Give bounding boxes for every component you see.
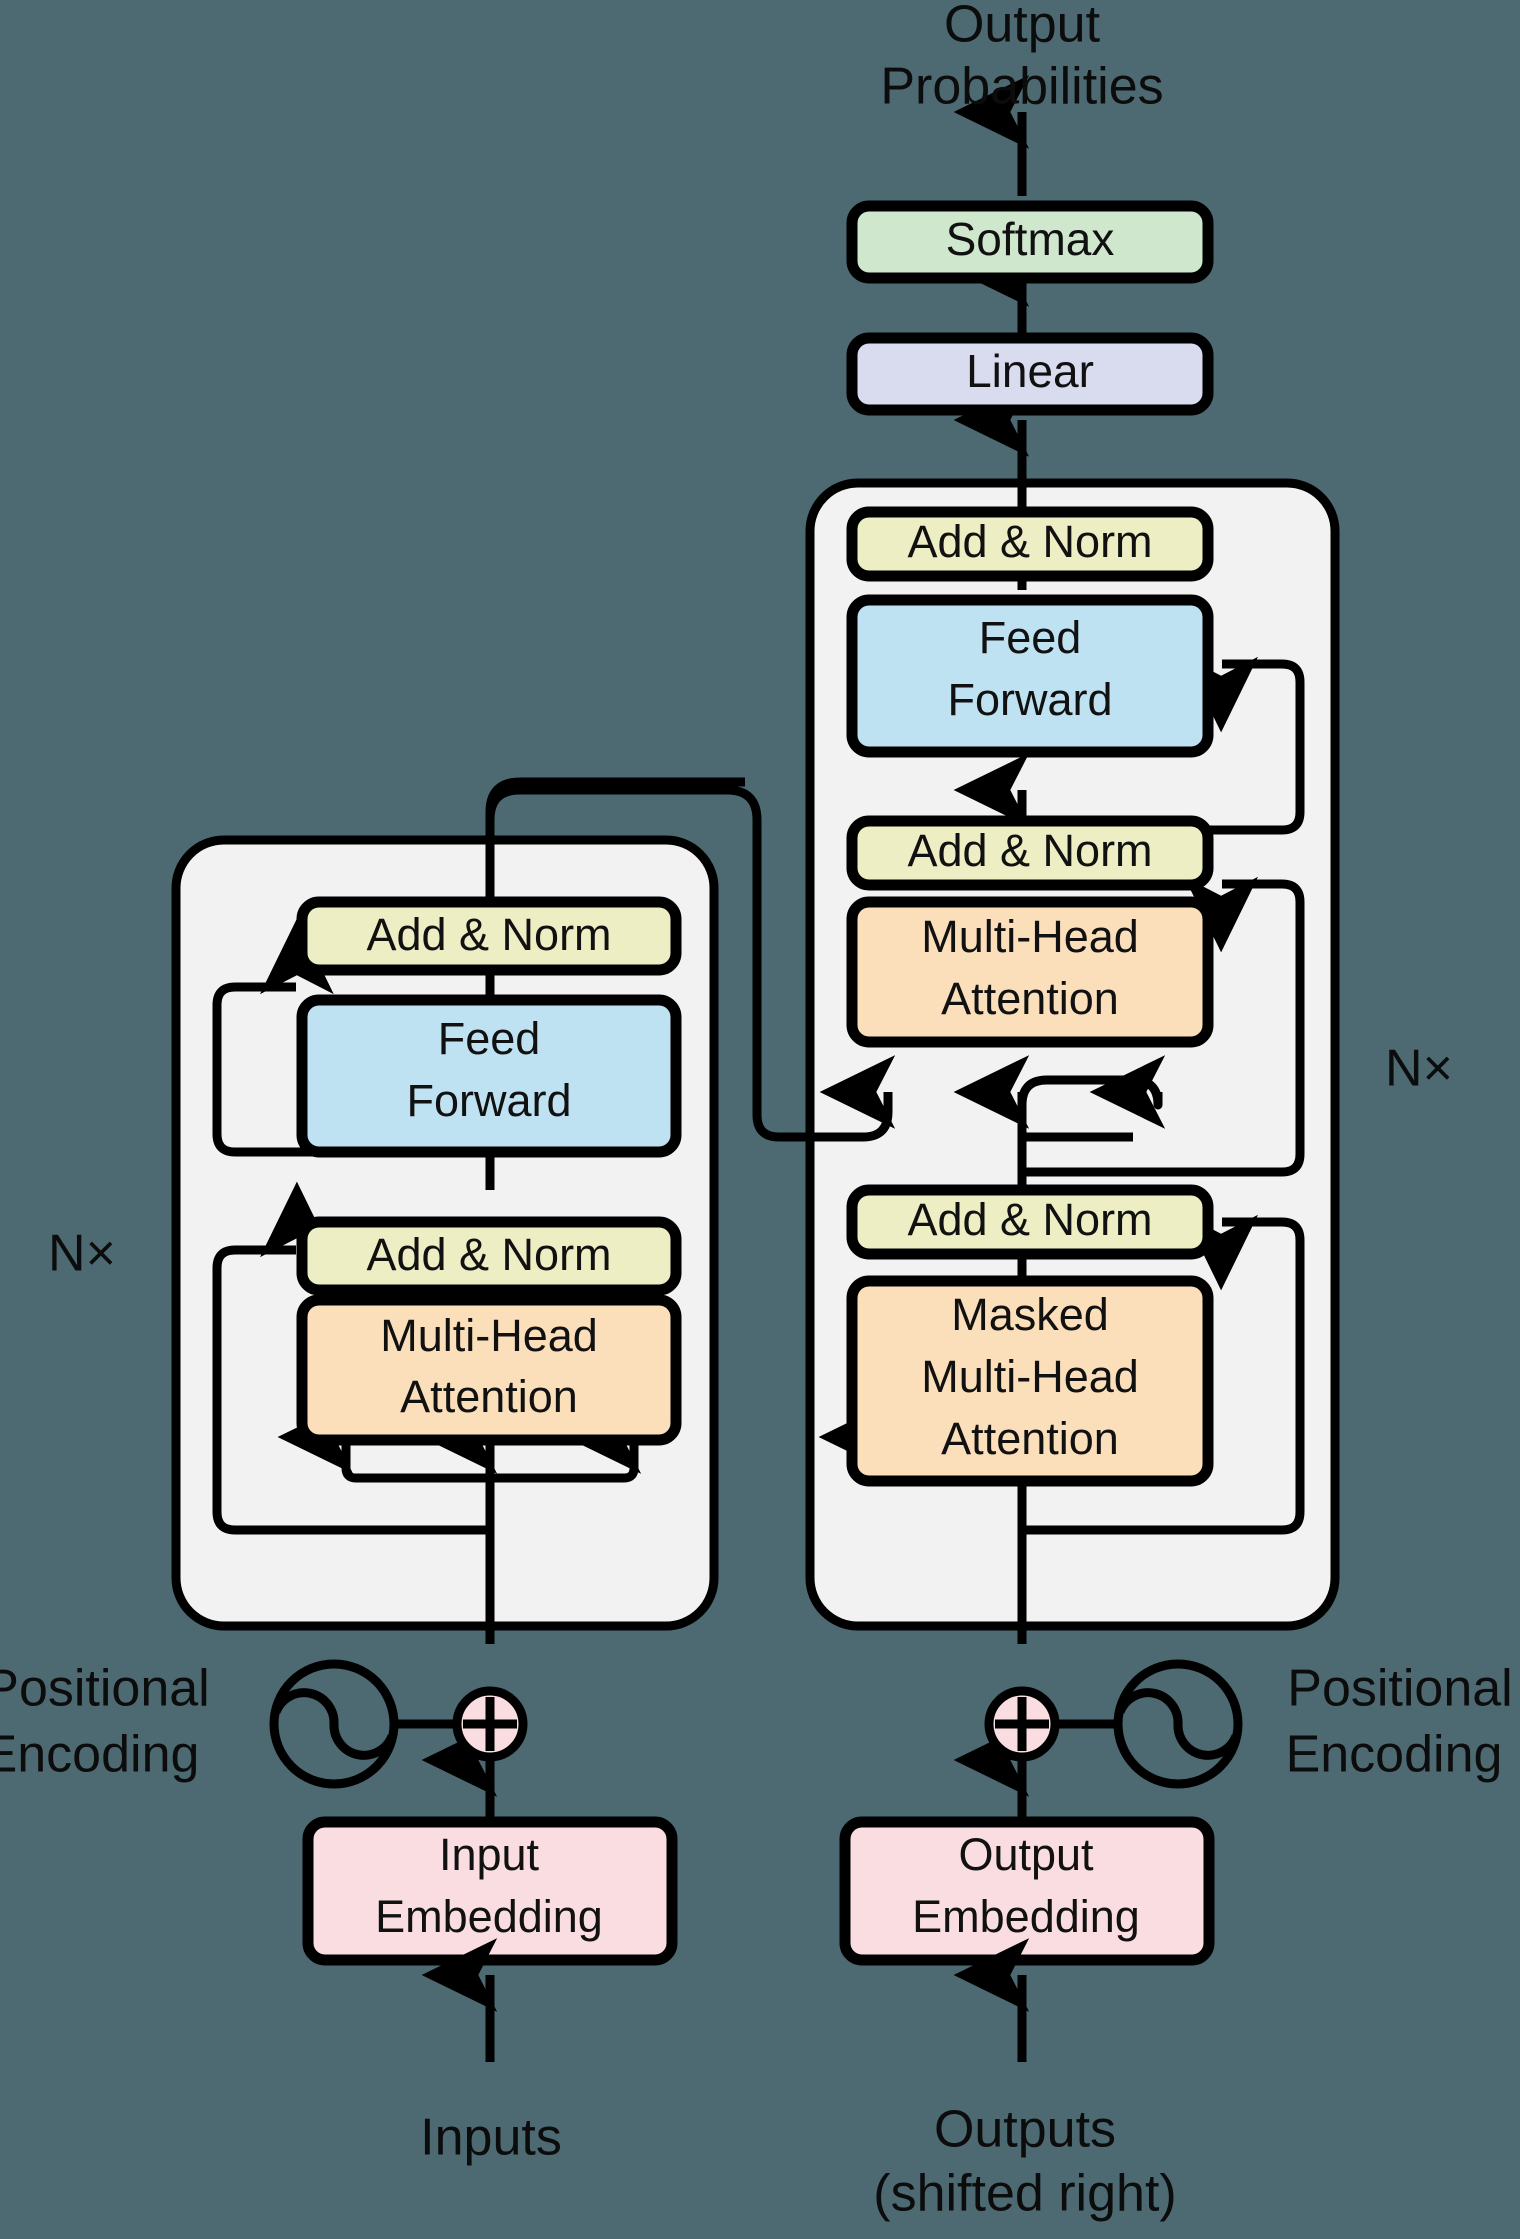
decoder-feed-forward-label-line1: Feed <box>979 612 1082 663</box>
linear-block[interactable]: Linear <box>846 332 1214 416</box>
decoder-add-norm-mid-block[interactable]: Add & Norm <box>846 815 1214 891</box>
encoder-add-norm-bottom-block[interactable]: Add & Norm <box>296 1216 682 1296</box>
input-embedding-label-line2: Embedding <box>375 1891 603 1942</box>
decoder-add-norm-mid-label: Add & Norm <box>907 825 1152 876</box>
output-embedding-label-line1: Output <box>958 1829 1094 1880</box>
positional-encoding-left-line1: Positional <box>0 1660 210 1718</box>
output-probabilities-line1: Output <box>944 0 1101 54</box>
add-operator-right[interactable] <box>984 1686 1060 1762</box>
decoder-add-norm-bottom-block[interactable]: Add & Norm <box>846 1184 1214 1260</box>
output-embedding-block[interactable]: Output Embedding <box>839 1816 1215 1966</box>
output-embedding-label-line2: Embedding <box>912 1891 1140 1942</box>
outputs-label-line2: (shifted right) <box>873 2165 1176 2223</box>
decoder-add-norm-top-label: Add & Norm <box>907 516 1152 567</box>
decoder-feed-forward-block[interactable]: Feed Forward <box>846 594 1214 758</box>
decoder-repeat-label: N× <box>1385 1040 1453 1098</box>
decoder-masked-mha-label-line3: Attention <box>941 1413 1119 1464</box>
encoder-feed-forward-label-line2: Forward <box>406 1075 571 1126</box>
add-operator-left[interactable] <box>452 1686 528 1762</box>
encoder-repeat-label: N× <box>48 1225 116 1283</box>
encoder-feed-forward-label-line1: Feed <box>438 1013 541 1064</box>
output-probabilities-line2: Probabilities <box>880 58 1163 116</box>
transformer-architecture-figure: Add & Norm Feed Forward Add & Norm Multi… <box>0 0 1520 2239</box>
positional-encoding-left-line2: Encoding <box>0 1726 199 1784</box>
decoder-add-norm-bottom-label: Add & Norm <box>907 1194 1152 1245</box>
softmax-label: Softmax <box>946 213 1115 265</box>
encoder-multi-head-attention-label-line1: Multi-Head <box>380 1310 598 1361</box>
encoder-add-norm-top-block[interactable]: Add & Norm <box>296 896 682 976</box>
decoder-masked-mha-label-line2: Multi-Head <box>921 1351 1139 1402</box>
decoder-add-norm-top-block[interactable]: Add & Norm <box>846 506 1214 582</box>
positional-encoding-right-line2: Encoding <box>1286 1726 1503 1784</box>
encoder-multi-head-attention-label-line2: Attention <box>400 1371 578 1422</box>
decoder-masked-multi-head-attention-block[interactable]: Masked Multi-Head Attention <box>846 1275 1214 1487</box>
encoder-add-norm-top-label: Add & Norm <box>366 909 611 960</box>
softmax-block[interactable]: Softmax <box>846 200 1214 284</box>
encoder-add-norm-bottom-label: Add & Norm <box>366 1229 611 1280</box>
positional-encoding-right-line1: Positional <box>1287 1660 1512 1718</box>
inputs-label: Inputs <box>420 2109 562 2167</box>
decoder-multi-head-attention-label-line1: Multi-Head <box>921 911 1139 962</box>
encoder-multi-head-attention-block[interactable]: Multi-Head Attention <box>296 1294 682 1446</box>
decoder-feed-forward-label-line2: Forward <box>947 674 1112 725</box>
outputs-label-line1: Outputs <box>934 2101 1116 2159</box>
input-embedding-block[interactable]: Input Embedding <box>302 1816 678 1966</box>
encoder-feed-forward-block[interactable]: Feed Forward <box>296 994 682 1158</box>
diagram-canvas: Add & Norm Feed Forward Add & Norm Multi… <box>0 0 1520 2239</box>
input-embedding-label-line1: Input <box>439 1829 540 1880</box>
decoder-masked-mha-label-line1: Masked <box>951 1289 1109 1340</box>
linear-label: Linear <box>966 345 1094 397</box>
decoder-multi-head-attention-block[interactable]: Multi-Head Attention <box>846 896 1214 1048</box>
decoder-multi-head-attention-label-line2: Attention <box>941 973 1119 1024</box>
